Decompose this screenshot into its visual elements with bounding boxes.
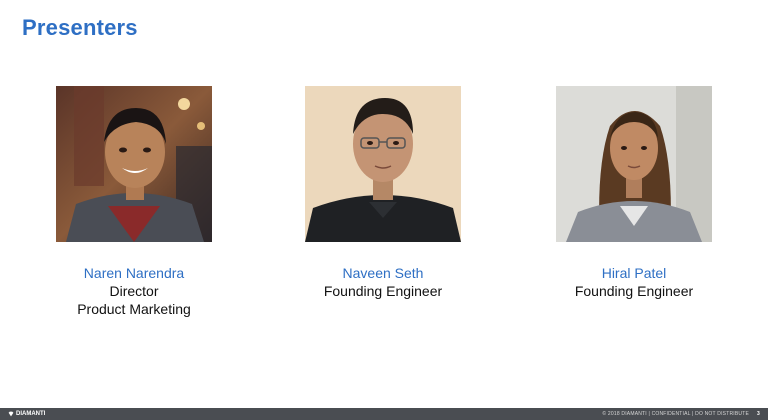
footer-copyright: © 2018 DIAMANTI | CONFIDENTIAL | DO NOT … <box>602 411 750 417</box>
diamond-logo-icon <box>8 411 14 417</box>
presenter-name: Hiral Patel <box>601 265 667 281</box>
brand-logo: DIAMANTI <box>8 411 45 417</box>
presenter-card: Hiral Patel Founding Engineer <box>534 86 734 300</box>
slide-footer: DIAMANTI © 2018 DIAMANTI | CONFIDENTIAL … <box>0 408 768 420</box>
slide-title: Presenters <box>22 15 138 40</box>
footer-meta: © 2018 DIAMANTI | CONFIDENTIAL | DO NOT … <box>602 411 760 417</box>
presenter-card: Naveen Seth Founding Engineer <box>283 86 483 300</box>
presenter-photo-graphic <box>56 86 212 242</box>
presenter-role-line-2: Product Marketing <box>77 301 191 317</box>
slide: Presenters Naren Narendra Director Produ… <box>0 0 768 420</box>
presenter-photo-graphic <box>305 86 461 242</box>
brand-name: DIAMANTI <box>16 411 46 417</box>
presenter-photo <box>56 86 212 242</box>
presenter-photo <box>556 86 712 242</box>
presenter-role-line-1: Founding Engineer <box>574 283 694 299</box>
presenter-card: Naren Narendra Director Product Marketin… <box>34 86 234 318</box>
presenter-name: Naren Narendra <box>83 265 185 281</box>
presenter-name: Naveen Seth <box>342 265 424 281</box>
presenter-photo-graphic <box>556 86 712 242</box>
presenter-role-line-1: Director <box>109 283 159 299</box>
presenter-role-line-1: Founding Engineer <box>323 283 443 299</box>
page-number: 3 <box>757 411 760 417</box>
presenter-photo <box>305 86 461 242</box>
